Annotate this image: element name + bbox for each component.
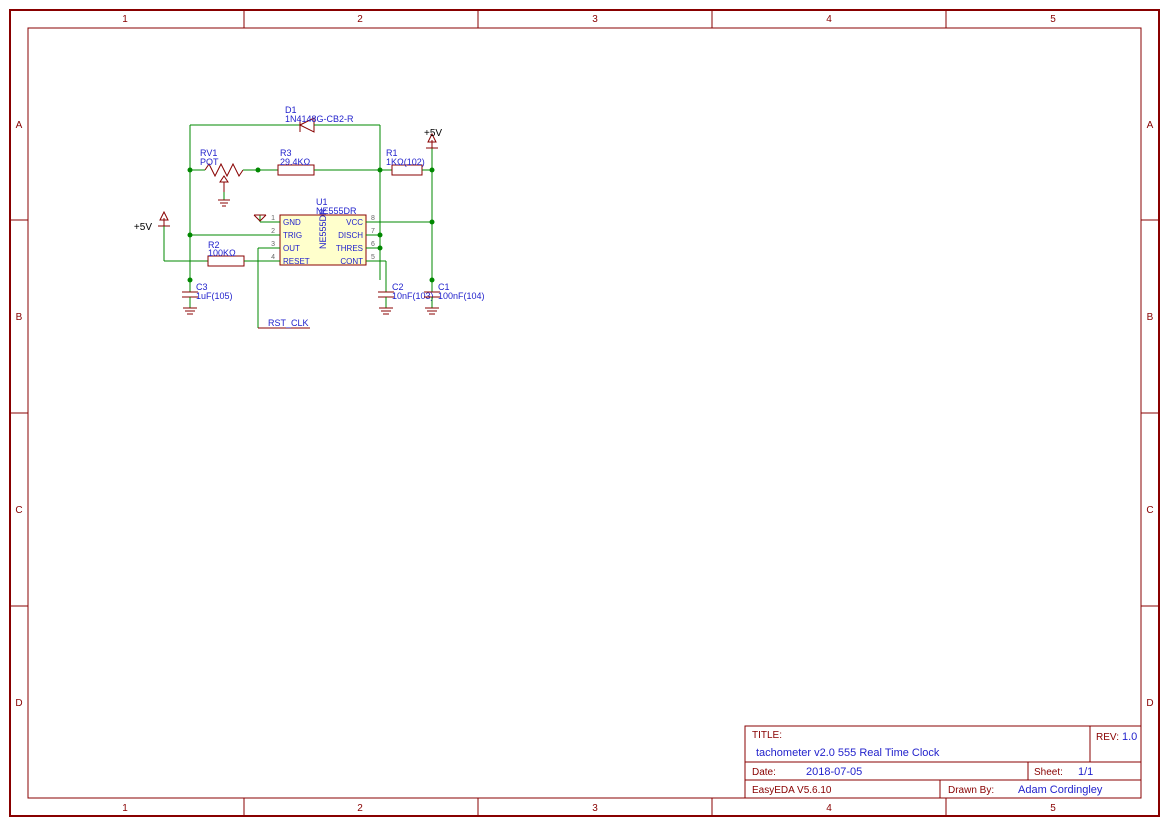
title-label: TITLE: — [752, 730, 782, 741]
svg-text:2: 2 — [271, 228, 275, 235]
tool-value: EasyEDA V5.6.10 — [752, 785, 832, 796]
svg-text:+5V: +5V — [134, 222, 152, 233]
svg-text:DISCH: DISCH — [338, 231, 363, 240]
rev-value: 1.0 — [1122, 731, 1137, 743]
svg-text:5: 5 — [371, 254, 375, 261]
resistor-R2: R2 100KΩ — [208, 240, 244, 266]
svg-text:3: 3 — [271, 241, 275, 248]
ic-U1: U1 NE555DR NE555DR 1 GND 2 TRIG 3 OUT 4 … — [268, 197, 378, 266]
row-D-right: D — [1146, 698, 1153, 709]
drawn-value: Adam Cordingley — [1018, 784, 1103, 796]
cap-C3: C3 1uF(105) — [182, 280, 233, 314]
svg-text:1N4148G-CB2-R: 1N4148G-CB2-R — [285, 114, 354, 124]
svg-text:1: 1 — [271, 215, 275, 222]
svg-text:RESET: RESET — [283, 257, 310, 266]
resistor-R3: R3 29.4KΩ — [258, 148, 380, 175]
date-value: 2018-07-05 — [806, 766, 862, 778]
svg-text:TRIG: TRIG — [283, 231, 302, 240]
svg-text:6: 6 — [371, 241, 375, 248]
svg-text:CONT: CONT — [340, 257, 363, 266]
svg-text:OUT: OUT — [283, 244, 300, 253]
col-2-bot: 2 — [357, 803, 363, 814]
col-5-bot: 5 — [1050, 803, 1056, 814]
row-C-right: C — [1146, 505, 1153, 516]
svg-text:RST_CLK: RST_CLK — [268, 318, 309, 328]
col-3-bot: 3 — [592, 803, 598, 814]
sheet-label: Sheet: — [1034, 767, 1063, 778]
row-C-left: C — [15, 505, 22, 516]
svg-text:+5V: +5V — [424, 128, 442, 139]
col-1-top: 1 — [122, 14, 128, 25]
svg-text:7: 7 — [371, 228, 375, 235]
svg-text:4: 4 — [271, 254, 275, 261]
resistor-R1: R1 1KΩ(102) — [380, 148, 432, 175]
title-block: TITLE: tachometer v2.0 555 Real Time Clo… — [745, 726, 1141, 798]
svg-text:100KΩ: 100KΩ — [208, 248, 236, 258]
svg-text:GND: GND — [283, 218, 301, 227]
svg-text:1uF(105): 1uF(105) — [196, 291, 233, 301]
drawn-label: Drawn By: — [948, 785, 994, 796]
sheet-value: 1/1 — [1078, 766, 1093, 778]
row-A-right: A — [1147, 120, 1154, 131]
frame-rows: A B C D A B C D — [10, 120, 1159, 709]
diode-D1: D1 1N4148G-CB2-R — [190, 105, 380, 132]
col-3-top: 3 — [592, 14, 598, 25]
svg-text:29.4KΩ: 29.4KΩ — [280, 157, 311, 167]
col-1-bot: 1 — [122, 803, 128, 814]
svg-text:1KΩ(102): 1KΩ(102) — [386, 157, 425, 167]
rev-label: REV: — [1096, 732, 1119, 743]
title-value: tachometer v2.0 555 Real Time Clock — [756, 747, 940, 759]
svg-text:POT: POT — [200, 157, 219, 167]
col-4-bot: 4 — [826, 803, 832, 814]
row-B-right: B — [1147, 312, 1154, 323]
col-5-top: 5 — [1050, 14, 1056, 25]
frame-columns: 1 2 3 4 5 1 2 3 4 5 — [122, 10, 1056, 816]
svg-text:8: 8 — [371, 215, 375, 222]
power-5v-right: +5V — [424, 128, 442, 170]
svg-text:100nF(104): 100nF(104) — [438, 291, 485, 301]
power-5v-left: +5V — [134, 212, 170, 233]
svg-text:THRES: THRES — [336, 244, 363, 253]
col-4-top: 4 — [826, 14, 832, 25]
row-D-left: D — [15, 698, 22, 709]
cap-C1: C1 100nF(104) — [424, 280, 485, 314]
date-label: Date: — [752, 767, 776, 778]
svg-text:VCC: VCC — [346, 218, 363, 227]
netlabel-rst-clk: RST_CLK — [258, 318, 310, 328]
schematic-sheet: 1 2 3 4 5 1 2 3 4 5 A B C D A B C D +5V — [0, 0, 1169, 826]
row-B-left: B — [16, 312, 23, 323]
pot-RV1: RV1 POT — [190, 148, 258, 206]
col-2-top: 2 — [357, 14, 363, 25]
row-A-left: A — [16, 120, 23, 131]
svg-text:NE555DR: NE555DR — [318, 208, 328, 249]
